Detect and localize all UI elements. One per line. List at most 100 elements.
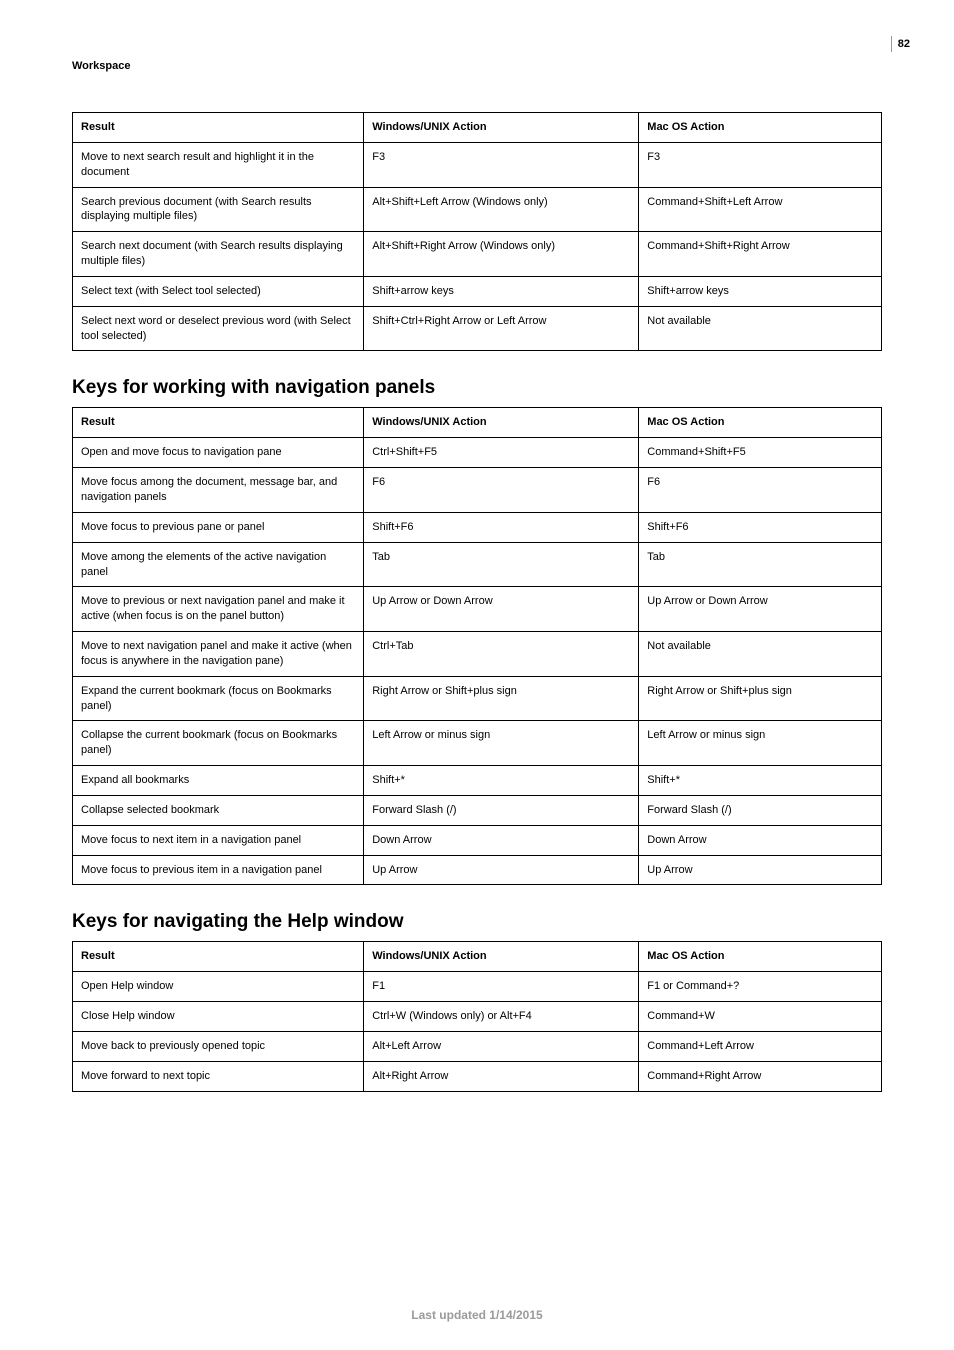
cell: Up Arrow [639, 855, 882, 885]
col-header: Result [73, 113, 364, 143]
cell: Collapse selected bookmark [73, 795, 364, 825]
table-row: Collapse selected bookmarkForward Slash … [73, 795, 882, 825]
table-header-row: Result Windows/UNIX Action Mac OS Action [73, 113, 882, 143]
table-row: Move to previous or next navigation pane… [73, 587, 882, 632]
cell: Down Arrow [639, 825, 882, 855]
cell: Up Arrow or Down Arrow [364, 587, 639, 632]
cell: Expand all bookmarks [73, 766, 364, 796]
table-row: Search previous document (with Search re… [73, 187, 882, 232]
table-row: Expand all bookmarksShift+*Shift+* [73, 766, 882, 796]
cell: Search previous document (with Search re… [73, 187, 364, 232]
cell: Move focus to previous pane or panel [73, 512, 364, 542]
breadcrumb: Workspace [72, 60, 882, 72]
cell: Command+Shift+Left Arrow [639, 187, 882, 232]
cell: F6 [639, 468, 882, 513]
cell: Tab [639, 542, 882, 587]
section-heading-help-window: Keys for navigating the Help window [72, 911, 882, 933]
table-row: Open and move focus to navigation paneCt… [73, 438, 882, 468]
table-row: Move forward to next topicAlt+Right Arro… [73, 1061, 882, 1091]
table-header-row: Result Windows/UNIX Action Mac OS Action [73, 408, 882, 438]
cell: Up Arrow or Down Arrow [639, 587, 882, 632]
cell: Alt+Shift+Left Arrow (Windows only) [364, 187, 639, 232]
cell: Search next document (with Search result… [73, 232, 364, 277]
cell: Alt+Shift+Right Arrow (Windows only) [364, 232, 639, 277]
cell: Not available [639, 306, 882, 351]
cell: Move back to previously opened topic [73, 1032, 364, 1062]
shortcut-table-nav-panels: Result Windows/UNIX Action Mac OS Action… [72, 407, 882, 885]
section-heading-nav-panels: Keys for working with navigation panels [72, 377, 882, 399]
table-row: Collapse the current bookmark (focus on … [73, 721, 882, 766]
cell: F1 or Command+? [639, 972, 882, 1002]
cell: Open and move focus to navigation pane [73, 438, 364, 468]
footer-last-updated: Last updated 1/14/2015 [0, 1308, 954, 1322]
cell: Command+Left Arrow [639, 1032, 882, 1062]
table-row: Expand the current bookmark (focus on Bo… [73, 676, 882, 721]
col-header: Mac OS Action [639, 408, 882, 438]
cell: Shift+arrow keys [639, 276, 882, 306]
cell: Move focus to previous item in a navigat… [73, 855, 364, 885]
cell: Collapse the current bookmark (focus on … [73, 721, 364, 766]
shortcut-table-help-window: Result Windows/UNIX Action Mac OS Action… [72, 941, 882, 1091]
cell: Move focus among the document, message b… [73, 468, 364, 513]
table-row: Move focus among the document, message b… [73, 468, 882, 513]
cell: Move forward to next topic [73, 1061, 364, 1091]
cell: Tab [364, 542, 639, 587]
cell: Command+W [639, 1002, 882, 1032]
cell: Not available [639, 632, 882, 677]
cell: Shift+F6 [639, 512, 882, 542]
cell: Ctrl+W (Windows only) or Alt+F4 [364, 1002, 639, 1032]
table-row: Close Help windowCtrl+W (Windows only) o… [73, 1002, 882, 1032]
cell: Move to previous or next navigation pane… [73, 587, 364, 632]
cell: Expand the current bookmark (focus on Bo… [73, 676, 364, 721]
cell: Select next word or deselect previous wo… [73, 306, 364, 351]
table-row: Select next word or deselect previous wo… [73, 306, 882, 351]
cell: F3 [364, 142, 639, 187]
cell: Right Arrow or Shift+plus sign [639, 676, 882, 721]
cell: F6 [364, 468, 639, 513]
cell: Move focus to next item in a navigation … [73, 825, 364, 855]
table-row: Select text (with Select tool selected)S… [73, 276, 882, 306]
col-header: Windows/UNIX Action [364, 113, 639, 143]
cell: Move to next search result and highlight… [73, 142, 364, 187]
cell: Left Arrow or minus sign [364, 721, 639, 766]
cell: Shift+* [639, 766, 882, 796]
cell: Shift+* [364, 766, 639, 796]
col-header: Windows/UNIX Action [364, 408, 639, 438]
cell: Forward Slash (/) [364, 795, 639, 825]
shortcut-table-search: Result Windows/UNIX Action Mac OS Action… [72, 112, 882, 351]
cell: Open Help window [73, 972, 364, 1002]
table-row: Move to next navigation panel and make i… [73, 632, 882, 677]
table-row: Search next document (with Search result… [73, 232, 882, 277]
table-row: Move focus to previous item in a navigat… [73, 855, 882, 885]
cell: Select text (with Select tool selected) [73, 276, 364, 306]
table-row: Move focus to previous pane or panelShif… [73, 512, 882, 542]
cell: F3 [639, 142, 882, 187]
table-row: Move among the elements of the active na… [73, 542, 882, 587]
cell: Ctrl+Tab [364, 632, 639, 677]
col-header: Result [73, 942, 364, 972]
cell: Close Help window [73, 1002, 364, 1032]
col-header: Windows/UNIX Action [364, 942, 639, 972]
page-number: 82 [891, 36, 910, 52]
cell: F1 [364, 972, 639, 1002]
cell: Left Arrow or minus sign [639, 721, 882, 766]
cell: Right Arrow or Shift+plus sign [364, 676, 639, 721]
cell: Alt+Right Arrow [364, 1061, 639, 1091]
table-row: Open Help windowF1F1 or Command+? [73, 972, 882, 1002]
cell: Move to next navigation panel and make i… [73, 632, 364, 677]
table-row: Move back to previously opened topicAlt+… [73, 1032, 882, 1062]
col-header: Mac OS Action [639, 113, 882, 143]
cell: Command+Right Arrow [639, 1061, 882, 1091]
table-row: Move focus to next item in a navigation … [73, 825, 882, 855]
cell: Command+Shift+Right Arrow [639, 232, 882, 277]
cell: Shift+F6 [364, 512, 639, 542]
cell: Command+Shift+F5 [639, 438, 882, 468]
table-row: Move to next search result and highlight… [73, 142, 882, 187]
cell: Shift+Ctrl+Right Arrow or Left Arrow [364, 306, 639, 351]
cell: Forward Slash (/) [639, 795, 882, 825]
cell: Up Arrow [364, 855, 639, 885]
cell: Down Arrow [364, 825, 639, 855]
cell: Ctrl+Shift+F5 [364, 438, 639, 468]
cell: Shift+arrow keys [364, 276, 639, 306]
col-header: Result [73, 408, 364, 438]
